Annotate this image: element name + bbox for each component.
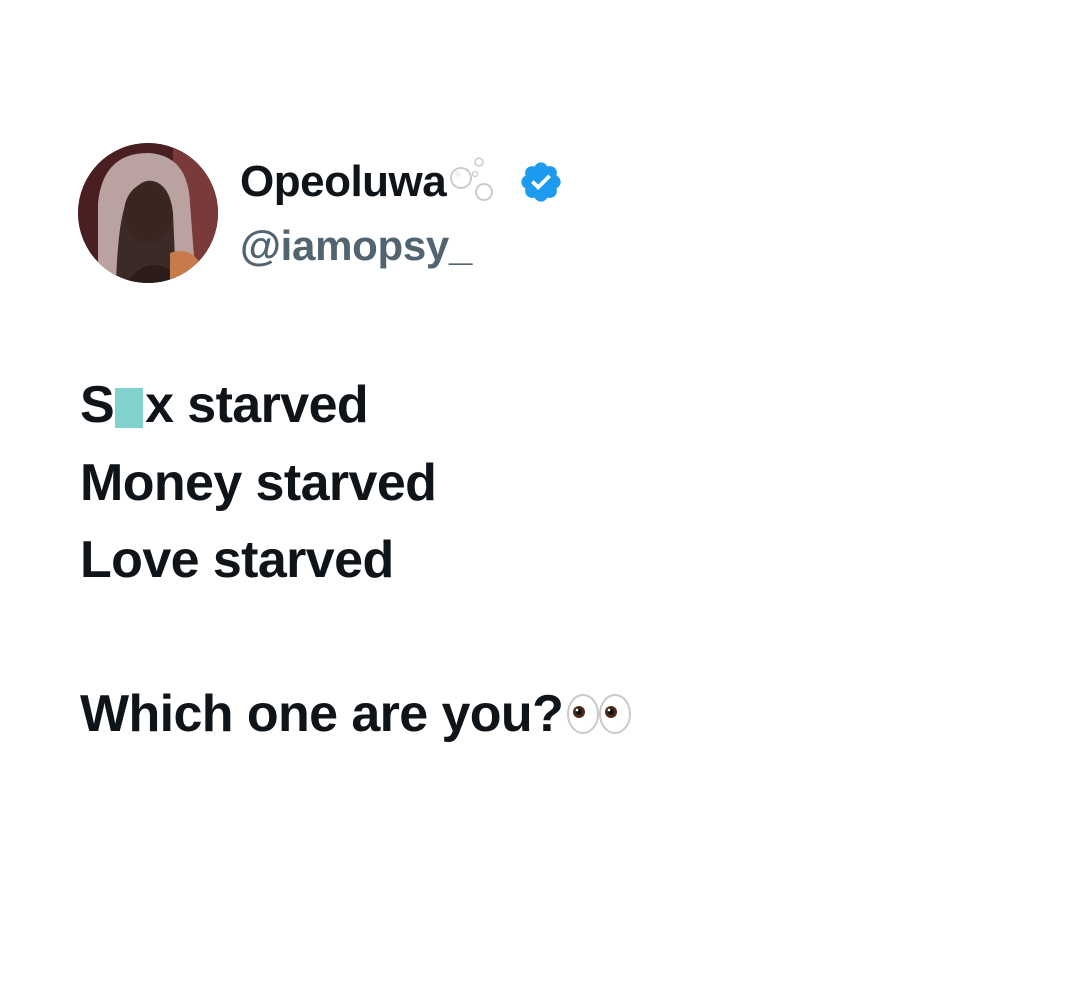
tweet-card: Opeoluwa @iamopsy_ Sx starved Money star… (0, 0, 1080, 997)
tweet-line-2: Money starved (80, 454, 437, 512)
author-display-name[interactable]: Opeoluwa (240, 157, 447, 207)
eyes-icon (565, 680, 635, 734)
tweet-line-4: Which one are you? (80, 676, 635, 752)
author-handle[interactable]: @iamopsy_ (240, 222, 472, 270)
author-name-row: Opeoluwa (240, 150, 564, 214)
avatar[interactable] (78, 143, 218, 283)
avatar-image (78, 143, 218, 283)
verified-badge-icon (518, 159, 564, 205)
tweet-line-1-suffix: x starved (145, 376, 369, 434)
censor-block (115, 388, 144, 428)
tweet-line-1-prefix: S (80, 376, 115, 434)
tweet-question: Which one are you? (80, 685, 564, 743)
tweet-line-1: Sx starved (80, 367, 369, 443)
bubbles-icon (448, 152, 508, 208)
tweet-line-3: Love starved (80, 531, 394, 589)
